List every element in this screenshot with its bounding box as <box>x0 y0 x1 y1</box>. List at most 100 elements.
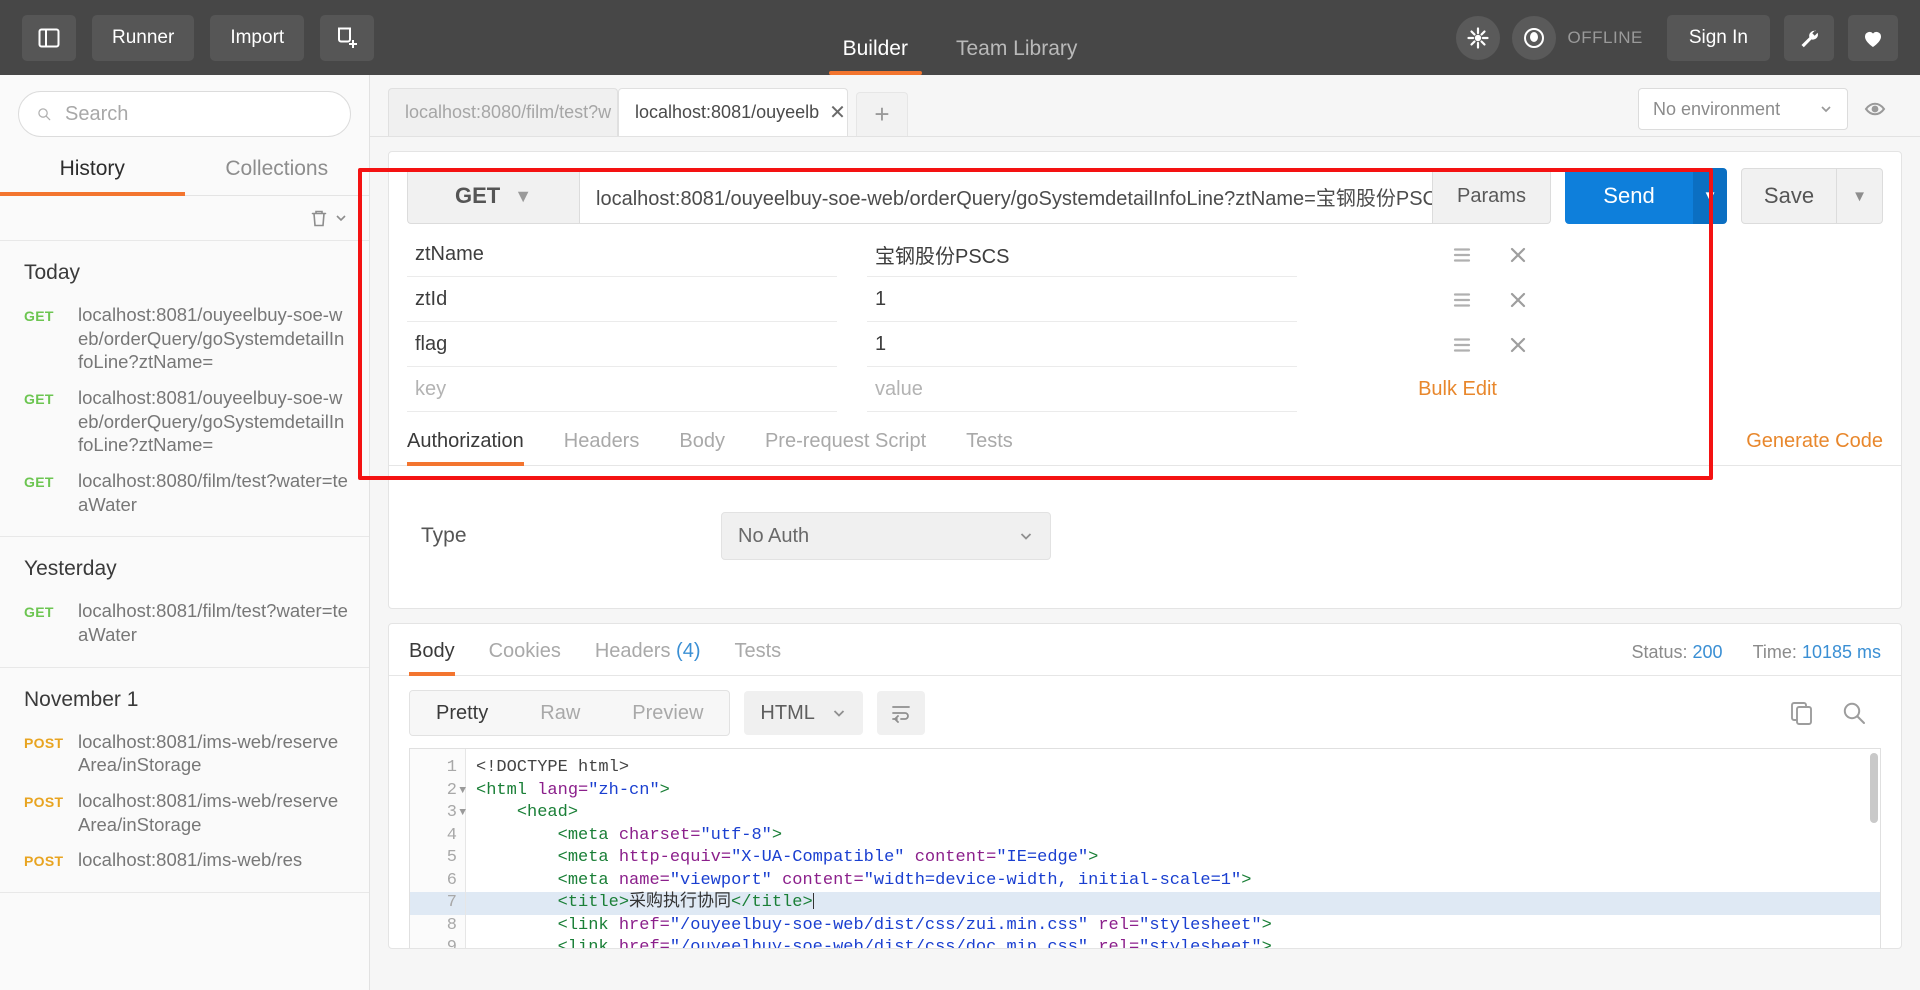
format-select[interactable]: HTML <box>744 691 863 735</box>
code-line: <title>采购执行协同</title> <box>466 892 1880 915</box>
params-toggle-button[interactable]: Params <box>1433 168 1551 224</box>
runner-button[interactable]: Runner <box>92 14 195 61</box>
response-tab-tests[interactable]: Tests <box>734 640 781 675</box>
param-value[interactable]: 1 <box>867 277 1297 322</box>
tab-pre-request-script[interactable]: Pre-request Script <box>765 430 926 465</box>
url-input[interactable]: localhost:8081/ouyeelbuy-soe-web/orderQu… <box>579 168 1433 224</box>
request-section-tabs: Authorization Headers Body Pre-request S… <box>389 412 1901 466</box>
chevron-down-icon[interactable] <box>335 212 347 224</box>
sidebar-tab-history[interactable]: History <box>0 147 185 196</box>
tab-authorization[interactable]: Authorization <box>407 430 524 466</box>
line-number: 5 <box>446 848 457 867</box>
search-box[interactable] <box>18 91 351 137</box>
save-button[interactable]: Save <box>1741 168 1837 224</box>
sidebar-tab-collections[interactable]: Collections <box>185 147 370 195</box>
table-row[interactable]: ztName 宝钢股份PSCS <box>407 232 1883 277</box>
row-actions <box>1297 336 1557 354</box>
list-item[interactable]: GET localhost:8081/ouyeelbuy-soe-web/ord… <box>0 297 369 380</box>
list-item[interactable]: POST localhost:8081/ims-web/res <box>0 842 369 878</box>
param-key[interactable]: ztName <box>407 232 837 277</box>
tab-tests[interactable]: Tests <box>966 430 1013 465</box>
auth-type-select[interactable]: No Auth <box>721 512 1051 560</box>
delete-row-icon[interactable] <box>1509 246 1527 264</box>
generate-code-link[interactable]: Generate Code <box>1746 430 1883 465</box>
response-tab-headers[interactable]: Headers (4) <box>595 640 701 675</box>
search-input[interactable] <box>63 101 332 127</box>
list-item[interactable]: GET localhost:8080/film/test?water=teaWa… <box>0 463 369 522</box>
table-row[interactable]: flag 1 <box>407 322 1883 367</box>
fold-toggle-icon[interactable]: ▼ <box>459 802 466 825</box>
tab-builder[interactable]: Builder <box>819 37 932 75</box>
request-tab-inactive[interactable]: localhost:8080/film/test?w <box>388 88 618 136</box>
delete-row-icon[interactable] <box>1509 336 1527 354</box>
search-icon[interactable] <box>1841 700 1867 726</box>
save-options-button[interactable]: ▼ <box>1837 168 1883 224</box>
offline-indicator-icon[interactable] <box>1511 15 1556 60</box>
list-item[interactable]: POST localhost:8081/ims-web/reserveArea/… <box>0 783 369 842</box>
response-code-editor[interactable]: 12▼3▼45678910 <!DOCTYPE html><html lang=… <box>409 748 1881 948</box>
table-row[interactable]: ztId 1 <box>407 277 1883 322</box>
tab-team-library[interactable]: Team Library <box>932 37 1101 75</box>
new-param-key[interactable]: key <box>407 367 837 412</box>
history-list[interactable]: Today GET localhost:8081/ouyeelbuy-soe-w… <box>0 241 369 990</box>
trash-icon[interactable] <box>309 208 329 228</box>
wrap-lines-button[interactable] <box>876 691 925 735</box>
view-mode-preview[interactable]: Preview <box>606 691 729 735</box>
tab-body[interactable]: Body <box>679 430 725 465</box>
fold-toggle-icon[interactable]: ▼ <box>459 780 466 803</box>
code-token: "zh-cn" <box>588 780 660 800</box>
delete-row-icon[interactable] <box>1509 291 1527 309</box>
sync-status-button[interactable] <box>1455 15 1500 60</box>
request-tab-active[interactable]: localhost:8081/ouyeelb ✕ <box>618 88 848 136</box>
param-value[interactable]: 1 <box>867 322 1297 367</box>
add-tab-button[interactable]: + <box>856 92 908 136</box>
list-menu-icon[interactable] <box>1453 247 1471 263</box>
sidebar-toggle-button[interactable] <box>22 14 76 61</box>
code-line: <head> <box>466 802 1880 825</box>
view-mode-raw-label: Raw <box>540 701 581 724</box>
close-icon[interactable]: ✕ <box>829 100 846 125</box>
code-content[interactable]: <!DOCTYPE html> <html lang="zh-cn"> <head… <box>466 749 1880 948</box>
environment-select[interactable]: No environment <box>1638 88 1848 130</box>
param-key[interactable]: flag <box>407 322 837 367</box>
param-key[interactable]: ztId <box>407 277 837 322</box>
view-mode-raw[interactable]: Raw <box>514 691 606 735</box>
response-tab-cookies[interactable]: Cookies <box>489 640 561 675</box>
param-value[interactable]: 宝钢股份PSCS <box>867 232 1297 277</box>
response-tab-body[interactable]: Body <box>409 640 455 676</box>
settings-button[interactable] <box>1784 14 1834 61</box>
list-item[interactable]: POST localhost:8081/ims-web/reserveArea/… <box>0 724 369 783</box>
code-line: <!DOCTYPE html> <box>466 757 1880 780</box>
time-badge: Time: 10185 ms <box>1753 642 1881 663</box>
list-item[interactable]: GET localhost:8081/ouyeelbuy-soe-web/ord… <box>0 380 369 463</box>
response-tab-body-label: Body <box>409 640 455 662</box>
code-token: "stylesheet" <box>1139 915 1262 935</box>
sign-in-button[interactable]: Sign In <box>1666 14 1770 61</box>
tab-authorization-label: Authorization <box>407 430 524 452</box>
editor-scrollbar[interactable] <box>1870 753 1878 823</box>
status-label: Status: <box>1631 642 1688 662</box>
view-mode-pretty[interactable]: Pretty <box>410 691 515 735</box>
response-card: Body Cookies Headers (4) Tests Status: 2… <box>388 623 1902 949</box>
eye-icon[interactable] <box>1864 97 1898 121</box>
list-menu-icon[interactable] <box>1453 292 1471 308</box>
row-actions <box>1297 246 1557 264</box>
new-tab-button[interactable] <box>320 14 375 61</box>
method-select[interactable]: GET ▼ <box>407 168 579 224</box>
list-menu-icon[interactable] <box>1453 337 1471 353</box>
code-line: <meta name="viewport" content="width=dev… <box>466 870 1880 893</box>
copy-icon[interactable] <box>1789 700 1815 726</box>
tab-headers[interactable]: Headers <box>564 430 640 465</box>
code-token: <meta <box>557 870 619 890</box>
url-row: GET ▼ localhost:8081/ouyeelbuy-soe-web/o… <box>389 152 1901 224</box>
bulk-edit-link[interactable]: Bulk Edit <box>1418 378 1527 401</box>
send-options-button[interactable]: ▼ <box>1693 168 1727 224</box>
import-button[interactable]: Import <box>210 14 305 61</box>
code-token: <html <box>476 780 538 800</box>
favorites-button[interactable] <box>1848 14 1898 61</box>
new-param-value[interactable]: value <box>867 367 1297 412</box>
send-button[interactable]: Send <box>1565 168 1693 224</box>
list-item[interactable]: GET localhost:8081/film/test?water=teaWa… <box>0 593 369 652</box>
table-row-new[interactable]: key value Bulk Edit <box>407 367 1883 412</box>
code-token: > <box>1241 870 1252 890</box>
